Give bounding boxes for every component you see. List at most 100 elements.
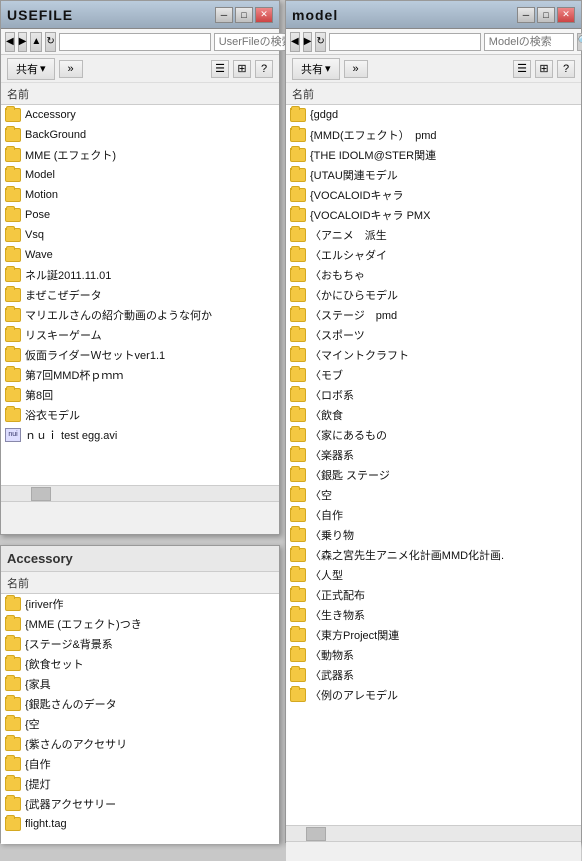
list-item[interactable]: {MME (エフェクト)つき [1, 614, 279, 634]
folder-icon [5, 228, 21, 242]
userfile-maximize-btn[interactable]: □ [235, 7, 253, 23]
model-file-list[interactable]: {gdgd{MMD(エフェクト） pmd{THE IDOLM@STER関連 {UT… [286, 105, 581, 825]
list-item[interactable]: flight.tag [1, 814, 279, 834]
list-item[interactable]: {武器アクセサリー [1, 794, 279, 814]
list-item[interactable]: 〈銀匙 ステージ [286, 465, 581, 485]
list-item[interactable]: {提灯 [1, 774, 279, 794]
list-item[interactable]: 〈スポーツ [286, 325, 581, 345]
userfile-minimize-btn[interactable]: ─ [215, 7, 233, 23]
list-item[interactable]: 〈かにひらモデル [286, 285, 581, 305]
list-item[interactable]: {紫さんのアクセサリ [1, 734, 279, 754]
list-item[interactable]: 〈東方Project関連 [286, 625, 581, 645]
list-item[interactable]: 〈モブ [286, 365, 581, 385]
file-name: 〈正式配布 [310, 587, 365, 603]
list-item[interactable]: マリエルさんの紹介動画のような何か [1, 305, 279, 325]
list-item[interactable]: 〈乗り物 [286, 525, 581, 545]
list-item[interactable]: 浴衣モデル [1, 405, 279, 425]
list-item[interactable]: 〈例のアレモデル [286, 685, 581, 705]
list-item[interactable]: 〈森之宮先生アニメ化計画MMD化計画. [286, 545, 581, 565]
list-item[interactable]: {飲食セット [1, 654, 279, 674]
list-item[interactable]: 〈エルシャダイ [286, 245, 581, 265]
list-item[interactable]: {MMD(エフェクト） pmd [286, 125, 581, 145]
userfile-help-btn[interactable]: ? [255, 60, 273, 78]
list-item[interactable]: 〈家にあるもの [286, 425, 581, 445]
userfile-file-list[interactable]: AccessoryBackGroundMME (エフェクト)ModelMotio… [1, 105, 279, 485]
list-item[interactable]: 〈人型 [286, 565, 581, 585]
userfile-close-btn[interactable]: ✕ [255, 7, 273, 23]
model-forward-btn[interactable]: ▶ [303, 32, 313, 52]
list-item[interactable]: {VOCALOIDキャラ [286, 185, 581, 205]
model-scrollbar-h[interactable] [286, 825, 581, 841]
list-item[interactable]: {THE IDOLM@STER関連 [286, 145, 581, 165]
model-close-btn[interactable]: ✕ [557, 7, 575, 23]
list-item[interactable]: 〈飲食 [286, 405, 581, 425]
list-item[interactable]: 仮面ライダーＷセットver1.1 [1, 345, 279, 365]
model-search-input[interactable] [484, 33, 574, 51]
userfile-up-btn[interactable]: ▲ [30, 32, 42, 52]
userfile-hscroll-thumb[interactable] [31, 487, 51, 501]
userfile-forward-btn[interactable]: ▶ [18, 32, 28, 52]
list-item[interactable]: {自作 [1, 754, 279, 774]
list-item[interactable]: 〈楽器系 [286, 445, 581, 465]
userfile-more-btn[interactable]: » [59, 60, 83, 78]
list-item[interactable]: 〈マイントクラフト [286, 345, 581, 365]
list-item[interactable]: 〈おもちゃ [286, 265, 581, 285]
userfile-share-btn[interactable]: 共有 ▾ [7, 58, 55, 80]
list-item[interactable]: {家具 [1, 674, 279, 694]
list-item[interactable]: Motion [1, 185, 279, 205]
list-item[interactable]: 第8回 [1, 385, 279, 405]
userfile-back-btn[interactable]: ◀ [5, 32, 15, 52]
list-item[interactable]: 〈動物系 [286, 645, 581, 665]
list-item[interactable]: 〈空 [286, 485, 581, 505]
list-item[interactable]: {gdgd [286, 105, 581, 125]
model-address-input[interactable] [329, 33, 481, 51]
list-item[interactable]: 〈武器系 [286, 665, 581, 685]
model-more-btn[interactable]: » [344, 60, 368, 78]
list-item[interactable]: {ステージ&背景系 [1, 634, 279, 654]
list-item[interactable]: 〈ロボ系 [286, 385, 581, 405]
userfile-window: USEFILE ─ □ ✕ ◀ ▶ ▲ ↻ 🔍 共有 ▾ » ☰ ⊞ ? 名前 … [0, 0, 280, 535]
model-minimize-btn[interactable]: ─ [517, 7, 535, 23]
userfile-address-input[interactable] [59, 33, 211, 51]
file-name: 〈空 [310, 487, 332, 503]
list-item[interactable]: 〈自作 [286, 505, 581, 525]
list-item[interactable]: ネル誕2011.11.01 [1, 265, 279, 285]
model-share-btn[interactable]: 共有 ▾ [292, 58, 340, 80]
accessory-file-list[interactable]: {iriver作{MME (エフェクト)つき{ステージ&背景系{飲食セット{家具… [1, 594, 279, 844]
list-item[interactable]: まぜこぜデータ [1, 285, 279, 305]
userfile-scrollbar-h[interactable] [1, 485, 279, 501]
list-item[interactable]: {VOCALOIDキャラ PMX [286, 205, 581, 225]
list-item[interactable]: BackGround [1, 125, 279, 145]
list-item[interactable]: MME (エフェクト) [1, 145, 279, 165]
list-item[interactable]: nuiｎｕｉ test egg.avi [1, 425, 279, 445]
list-item[interactable]: Wave [1, 245, 279, 265]
list-item[interactable]: リスキーゲーム [1, 325, 279, 345]
model-back-btn[interactable]: ◀ [290, 32, 300, 52]
list-item[interactable]: {空 [1, 714, 279, 734]
list-item[interactable]: Vsq [1, 225, 279, 245]
model-refresh-btn[interactable]: ↻ [315, 32, 325, 52]
list-item[interactable]: 〈ステージ pmd [286, 305, 581, 325]
model-help-btn[interactable]: ? [557, 60, 575, 78]
list-item[interactable]: Model [1, 165, 279, 185]
list-item[interactable]: 〈正式配布 [286, 585, 581, 605]
file-name: {UTAU関連モデル [310, 167, 398, 183]
list-item[interactable]: 第7回MMD杯ｐｍｍ [1, 365, 279, 385]
model-hscroll-thumb[interactable] [306, 827, 326, 841]
model-maximize-btn[interactable]: □ [537, 7, 555, 23]
list-item[interactable]: {UTAU関連モデル [286, 165, 581, 185]
model-view-icon[interactable]: ☰ [513, 60, 531, 78]
file-name: ｎｕｉ test egg.avi [25, 427, 117, 443]
list-item[interactable]: 〈生き物系 [286, 605, 581, 625]
model-search-btn[interactable]: 🔍 [577, 33, 582, 51]
userfile-view-icon[interactable]: ☰ [211, 60, 229, 78]
list-item[interactable]: {iriver作 [1, 594, 279, 614]
list-item[interactable]: Accessory [1, 105, 279, 125]
model-name-header: 名前 [292, 86, 314, 102]
userfile-layout-icon[interactable]: ⊞ [233, 60, 251, 78]
userfile-refresh-btn[interactable]: ↻ [45, 32, 55, 52]
list-item[interactable]: {銀匙さんのデータ [1, 694, 279, 714]
model-layout-icon[interactable]: ⊞ [535, 60, 553, 78]
list-item[interactable]: 〈アニメ 派生 [286, 225, 581, 245]
list-item[interactable]: Pose [1, 205, 279, 225]
